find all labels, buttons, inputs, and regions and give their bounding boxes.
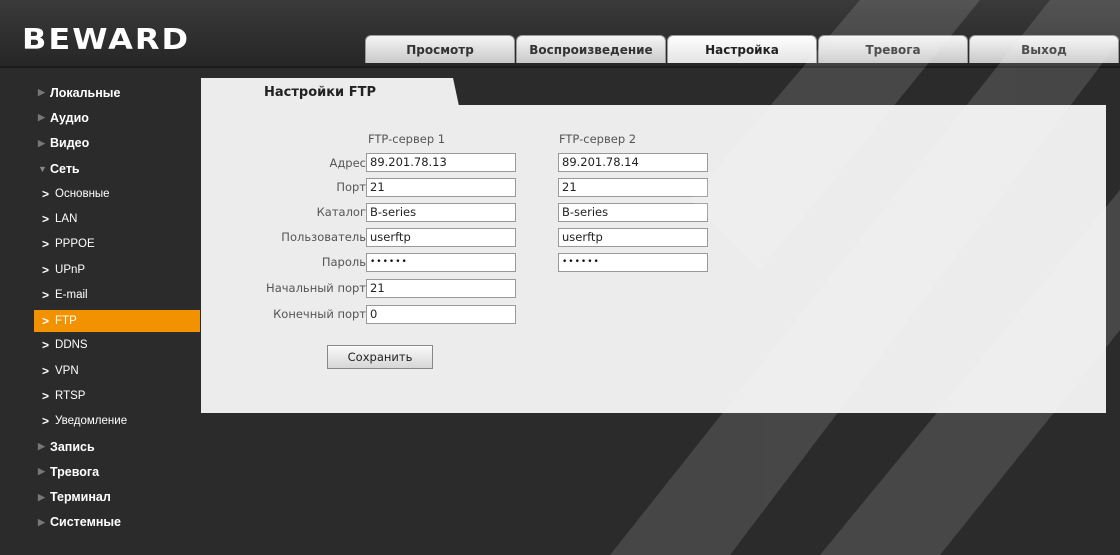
sidebar-item-alarm[interactable]: ▶ Тревога [38, 459, 200, 484]
address-label: Адрес [329, 156, 366, 170]
chevron-right-icon: > [42, 237, 50, 252]
server2-user-input[interactable]: userftp [558, 228, 708, 247]
chevron-right-icon: > [42, 338, 50, 353]
sidebar-sub-rtsp[interactable]: > RTSP [38, 383, 200, 408]
sidebar-sub-label: VPN [55, 364, 79, 377]
triangle-right-icon: ▶ [38, 466, 45, 477]
sidebar-item-label: Тревога [50, 464, 100, 479]
sidebar-sub-ddns[interactable]: > DDNS [38, 333, 200, 358]
tab-settings[interactable]: Настройка [667, 35, 817, 63]
server1-port-input[interactable]: 21 [366, 178, 516, 197]
server1-address-input[interactable]: 89.201.78.13 [366, 153, 516, 172]
user-label: Пользователь [281, 230, 366, 244]
sidebar-item-video[interactable]: ▶ Видео [38, 131, 200, 156]
sidebar: ▶ Локальные ▶ Аудио ▶ Видео ▼ Сеть > Осн… [34, 80, 200, 535]
beward-logo: BEWARD [22, 21, 191, 57]
sidebar-item-label: Сеть [50, 161, 80, 176]
chevron-right-icon: > [42, 388, 50, 403]
sidebar-sub-pppoe[interactable]: > PPPOE [38, 232, 200, 257]
server1-heading: FTP-сервер 1 [368, 132, 446, 146]
chevron-right-icon: > [42, 288, 50, 303]
sidebar-item-label: Видео [50, 136, 90, 151]
sidebar-sub-upnp[interactable]: > UPnP [38, 257, 200, 282]
sidebar-sub-label: Основные [55, 187, 110, 200]
end-port-input[interactable]: 0 [366, 305, 516, 324]
sidebar-sub-label: LAN [55, 213, 78, 226]
triangle-right-icon: ▶ [38, 137, 45, 148]
triangle-right-icon: ▶ [38, 491, 45, 502]
tab-exit[interactable]: Выход [969, 35, 1119, 63]
sidebar-item-label: Запись [50, 439, 95, 454]
server2-port-input[interactable]: 21 [558, 178, 708, 197]
sidebar-item-label: Системные [50, 515, 121, 530]
start-port-input[interactable]: 21 [366, 279, 516, 298]
chevron-right-icon: > [42, 186, 50, 201]
server2-address-input[interactable]: 89.201.78.14 [558, 153, 708, 172]
sidebar-item-record[interactable]: ▶ Запись [38, 434, 200, 459]
tab-playback[interactable]: Воспроизведение [516, 35, 666, 63]
sidebar-sub-ftp[interactable]: > FTP [34, 309, 200, 332]
save-button[interactable]: Сохранить [327, 345, 433, 369]
server2-password-input[interactable]: •••••• [558, 253, 708, 272]
sidebar-sub-label: DDNS [55, 339, 88, 352]
tab-view[interactable]: Просмотр [365, 35, 515, 63]
chevron-right-icon: > [42, 262, 50, 277]
sidebar-sub-label: Уведомление [55, 415, 128, 428]
end-port-label: Конечный порт [273, 307, 366, 321]
sidebar-sub-label: FTP [55, 314, 77, 327]
sidebar-item-terminal[interactable]: ▶ Терминал [38, 484, 200, 509]
ftp-settings-panel: FTP-сервер 1 FTP-сервер 2 Адрес 89.201.7… [201, 105, 1106, 413]
triangle-right-icon: ▶ [38, 516, 45, 527]
top-tabs: Просмотр Воспроизведение Настройка Трево… [365, 35, 1120, 63]
chevron-right-icon: > [42, 313, 50, 328]
triangle-right-icon: ▶ [38, 112, 45, 123]
sidebar-item-local[interactable]: ▶ Локальные [38, 80, 200, 105]
chevron-right-icon: > [42, 212, 50, 227]
sidebar-sub-lan[interactable]: > LAN [38, 206, 200, 231]
server1-password-input[interactable]: •••••• [366, 253, 516, 272]
sidebar-sub-label: UPnP [55, 263, 86, 276]
header: BEWARD Просмотр Воспроизведение Настройк… [0, 0, 1120, 68]
sidebar-sub-label: PPPOE [55, 238, 95, 251]
sidebar-item-label: Аудио [50, 110, 89, 125]
panel-title: Настройки FTP [201, 78, 459, 106]
server2-heading: FTP-сервер 2 [559, 132, 637, 146]
chevron-right-icon: > [42, 414, 50, 429]
chevron-right-icon: > [42, 363, 50, 378]
start-port-label: Начальный порт [266, 281, 366, 295]
sidebar-sub-email[interactable]: > E-mail [38, 282, 200, 307]
server2-directory-input[interactable]: B-series [558, 203, 708, 222]
triangle-right-icon: ▶ [38, 87, 45, 98]
sidebar-sub-notification[interactable]: > Уведомление [38, 409, 200, 434]
password-label: Пароль [321, 255, 366, 269]
sidebar-sub-basic[interactable]: > Основные [38, 181, 200, 206]
sidebar-item-label: Локальные [50, 85, 121, 100]
triangle-right-icon: ▶ [38, 441, 45, 451]
sidebar-sub-label: E-mail [55, 289, 88, 302]
sidebar-sub-vpn[interactable]: > VPN [38, 358, 200, 383]
sidebar-item-system[interactable]: ▶ Системные [38, 510, 200, 535]
directory-label: Каталог [316, 205, 366, 219]
tab-alarm[interactable]: Тревога [818, 35, 968, 63]
sidebar-item-audio[interactable]: ▶ Аудио [38, 105, 200, 130]
sidebar-item-label: Терминал [50, 490, 111, 505]
sidebar-sub-label: RTSP [55, 389, 86, 402]
triangle-down-icon: ▼ [38, 163, 47, 174]
server1-directory-input[interactable]: B-series [366, 203, 516, 222]
server1-user-input[interactable]: userftp [366, 228, 516, 247]
port-label: Порт [336, 180, 366, 194]
sidebar-item-network[interactable]: ▼ Сеть [38, 156, 200, 181]
